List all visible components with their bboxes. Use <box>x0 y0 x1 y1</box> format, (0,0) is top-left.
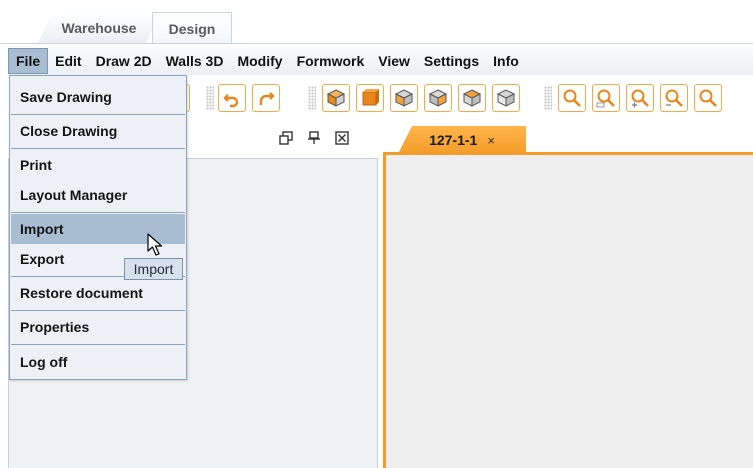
zoom-extra-button[interactable] <box>694 84 722 112</box>
zoom-out-icon <box>665 89 683 107</box>
toolbar-grip[interactable] <box>308 86 316 110</box>
toolbar <box>182 80 753 118</box>
menu-info[interactable]: Info <box>486 47 526 75</box>
pin-icon[interactable] <box>306 130 322 146</box>
zoom-in-icon <box>631 89 649 108</box>
menu-bar: File Edit Draw 2D Walls 3D Modify Formwo… <box>8 47 753 75</box>
menu-item-close-drawing[interactable]: Close Drawing <box>11 116 185 146</box>
toolbar-grip[interactable] <box>544 86 552 110</box>
redo-icon <box>259 92 275 105</box>
redo-button[interactable] <box>252 84 280 112</box>
zoom-window-icon <box>596 89 615 108</box>
menu-item-save-drawing[interactable]: Save Drawing <box>11 82 185 112</box>
view-cube-button-4[interactable] <box>424 84 452 112</box>
tab-warehouse[interactable]: Warehouse <box>38 12 160 44</box>
view-cube-button-5[interactable] <box>458 84 486 112</box>
cube-solid-icon <box>362 89 379 106</box>
menu-separator <box>11 212 185 213</box>
left-panel-header <box>278 130 350 146</box>
tooltip: Import <box>124 258 183 280</box>
menu-item-layout-manager[interactable]: Layout Manager <box>11 180 185 210</box>
view-cube-button-3[interactable] <box>390 84 418 112</box>
menu-edit[interactable]: Edit <box>48 47 88 75</box>
top-tab-bar: Warehouse Design <box>0 0 753 44</box>
toolbar-grip[interactable] <box>206 86 214 110</box>
menu-separator <box>11 148 185 149</box>
menu-view[interactable]: View <box>371 47 417 75</box>
menu-separator <box>11 344 185 345</box>
file-menu-dropdown: Save Drawing Close Drawing Print Layout … <box>9 75 187 380</box>
zoom-icon <box>563 89 581 107</box>
menu-modify[interactable]: Modify <box>230 47 289 75</box>
undo-button[interactable] <box>218 84 246 112</box>
document-tab-label: 127-1-1 <box>429 132 478 148</box>
menu-item-log-off[interactable]: Log off <box>11 347 185 377</box>
cube-view-5-icon <box>496 89 516 107</box>
zoom-window-button[interactable] <box>592 84 620 112</box>
menu-item-properties[interactable]: Properties <box>11 312 185 342</box>
undo-icon <box>223 94 239 108</box>
close-box-icon[interactable] <box>334 130 350 146</box>
view-cube-button-2[interactable] <box>356 84 384 112</box>
cube-view-1-icon <box>326 89 346 107</box>
tab-bar-divider <box>0 43 753 44</box>
menu-separator <box>11 310 185 311</box>
zoom-in-button[interactable] <box>626 84 654 112</box>
tab-design[interactable]: Design <box>152 12 232 44</box>
cube-view-3-icon <box>428 89 448 107</box>
view-cube-button-1[interactable] <box>322 84 350 112</box>
cube-view-4-icon <box>462 89 482 107</box>
menu-formwork[interactable]: Formwork <box>290 47 372 75</box>
menu-item-restore-document[interactable]: Restore document <box>11 278 185 308</box>
tab-document[interactable]: 127-1-1 × <box>398 126 526 154</box>
zoom-button[interactable] <box>558 84 586 112</box>
mouse-cursor-icon <box>147 233 163 256</box>
menu-file[interactable]: File <box>8 48 49 74</box>
restore-window-icon[interactable] <box>278 130 294 146</box>
cube-view-2-icon <box>394 89 414 107</box>
view-cube-button-6[interactable] <box>492 84 520 112</box>
menu-draw-2d[interactable]: Draw 2D <box>89 47 159 75</box>
menu-separator <box>11 114 185 115</box>
menu-item-print[interactable]: Print <box>11 150 185 180</box>
menu-walls-3d[interactable]: Walls 3D <box>159 47 231 75</box>
zoom-out-button[interactable] <box>660 84 688 112</box>
drawing-canvas[interactable] <box>383 155 753 468</box>
menu-settings[interactable]: Settings <box>417 47 486 75</box>
close-icon[interactable]: × <box>487 133 495 148</box>
zoom-icon <box>699 89 717 107</box>
